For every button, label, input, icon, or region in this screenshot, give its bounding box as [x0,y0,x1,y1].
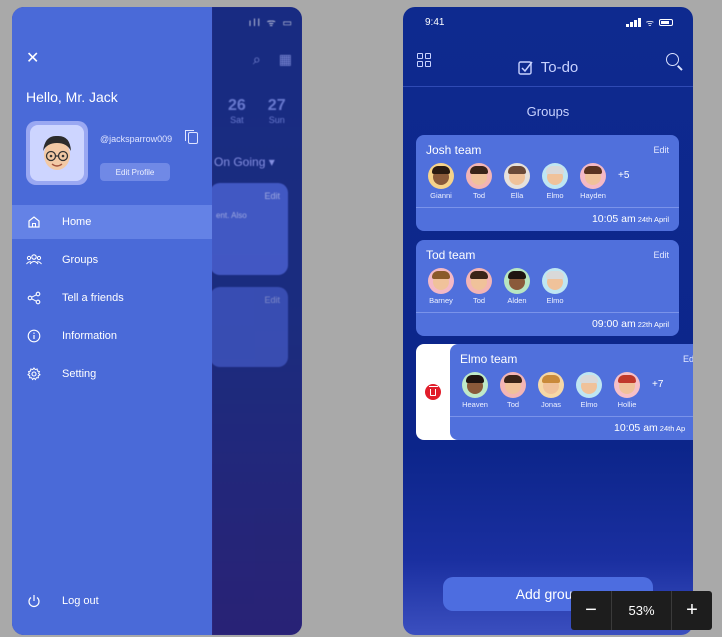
member-avatar[interactable]: Elmo [538,163,572,200]
status-time: 9:41 [425,17,445,28]
wifi-icon: ᯤ [645,18,654,28]
member-avatar[interactable]: Hayden [576,163,610,200]
home-icon [26,214,42,230]
app-header: To-do [403,49,693,87]
logout-button[interactable]: Log out [12,589,212,613]
member-avatar[interactable]: Jonas [534,372,568,409]
menu-item-label: Groups [62,254,99,266]
status-icons: ᯤ [626,16,673,29]
avatar[interactable] [26,121,88,185]
group-timestamp: 10:05 am 24th April [591,213,669,225]
member-avatar[interactable]: Tod [462,268,496,305]
menu-item-label: Home [62,216,92,228]
filter-dropdown: On Going ▾ [214,155,275,169]
gear-icon [26,366,42,382]
edit-button[interactable]: Edit [653,145,669,155]
more-members-count: +5 [618,170,630,181]
zoom-in-button[interactable]: + [672,591,712,630]
edit-profile-button[interactable]: Edit Profile [100,163,170,181]
background-date-strip: 26 Sat 27 Sun [228,97,286,125]
info-icon [26,328,42,344]
menu-item-tell-friends[interactable]: Tell a friends [12,281,212,315]
username-handle: @jacksparrow009 [100,134,173,144]
battery-icon [659,19,673,26]
left-phone-screen: ıll ᯤ ▭ ⌕ ▦ 26 Sat 27 Sun On Going ▾ Edit … [12,7,302,635]
member-avatar[interactable]: Tod [496,372,530,409]
zoom-level: 53% [611,591,672,630]
menu-item-information[interactable]: Information [12,319,212,353]
group-card-josh-team[interactable]: Josh team Edit Gianni Tod Ella Elmo Hayd… [416,135,679,231]
menu-item-setting[interactable]: Setting [12,357,212,391]
menu-item-label: Setting [62,368,97,380]
member-list: Barney Tod Alden Elmo [424,268,572,305]
copy-icon[interactable] [185,130,198,144]
menu-item-label: Information [62,330,118,342]
logout-label: Log out [62,595,99,607]
share-icon [26,290,42,306]
page-title: To-do [518,59,578,76]
member-list: Heaven Tod Jonas Elmo Hollie +7 [458,372,663,409]
groups-icon [26,252,42,268]
group-card-elmo-team-swiped[interactable]: Elmo team Ed Heaven Tod Jonas Elmo Holli… [416,344,693,440]
member-avatar[interactable]: Alden [500,268,534,305]
member-avatar[interactable]: Hollie [610,372,644,409]
member-avatar[interactable]: Ella [500,163,534,200]
zoom-control: − 53% + [571,591,712,630]
zoom-out-button[interactable]: − [571,591,611,630]
calendar-icon: ▦ [278,51,292,67]
group-name: Josh team [426,143,482,157]
date-item: 27 Sun [267,97,286,125]
group-timestamp: 09:00 am 22th April [591,318,669,330]
group-name: Elmo team [460,352,518,366]
member-avatar[interactable]: Tod [462,163,496,200]
menu-item-label: Tell a friends [62,292,124,304]
member-avatar[interactable]: Heaven [458,372,492,409]
delete-icon[interactable] [425,384,441,400]
background-task-card: Edit [210,287,288,367]
background-task-card: Edit ent. Also [210,183,288,275]
date-item: 26 Sat [228,97,246,125]
member-avatar[interactable]: Gianni [424,163,458,200]
close-icon[interactable]: ✕ [26,51,42,67]
more-members-count: +7 [652,379,664,390]
background-app-view: ıll ᯤ ▭ ⌕ ▦ 26 Sat 27 Sun On Going ▾ Edit … [210,7,302,635]
edit-button[interactable]: Ed [683,354,693,364]
signal-icon [626,18,641,27]
right-phone-screen: 9:41 ᯤ To-do Groups Josh team Edit Giann… [403,7,693,635]
member-avatar[interactable]: Barney [424,268,458,305]
group-timestamp: 10:05 am 24th Ap [614,422,686,434]
grid-menu-icon[interactable] [417,53,431,67]
group-card-content[interactable]: Elmo team Ed Heaven Tod Jonas Elmo Holli… [450,344,693,440]
edit-button[interactable]: Edit [653,250,669,260]
section-title: Groups [526,104,570,119]
menu-item-groups[interactable]: Groups [12,243,212,277]
member-avatar[interactable]: Elmo [572,372,606,409]
power-icon [26,593,42,609]
greeting-text: Hello, Mr. Jack [26,89,118,105]
navigation-drawer: ✕ Hello, Mr. Jack @jacksparrow009 Edit P… [12,7,212,635]
search-icon: ⌕ [252,51,261,67]
group-name: Tod team [426,248,476,262]
search-icon[interactable] [666,53,679,66]
member-avatar[interactable]: Elmo [538,268,572,305]
group-card-tod-team[interactable]: Tod team Edit Barney Tod Alden Elmo 09:0… [416,240,679,336]
avatar-memoji-icon [43,135,71,170]
drawer-menu: Home Groups Tell a friends Information S… [12,205,212,395]
background-header-icons: ⌕ ▦ [253,51,292,68]
checkbox-icon [518,61,533,75]
menu-item-home[interactable]: Home [12,205,212,239]
status-bar-icons: ıll ᯤ ▭ [248,18,294,29]
member-list: Gianni Tod Ella Elmo Hayden +5 [424,163,629,200]
